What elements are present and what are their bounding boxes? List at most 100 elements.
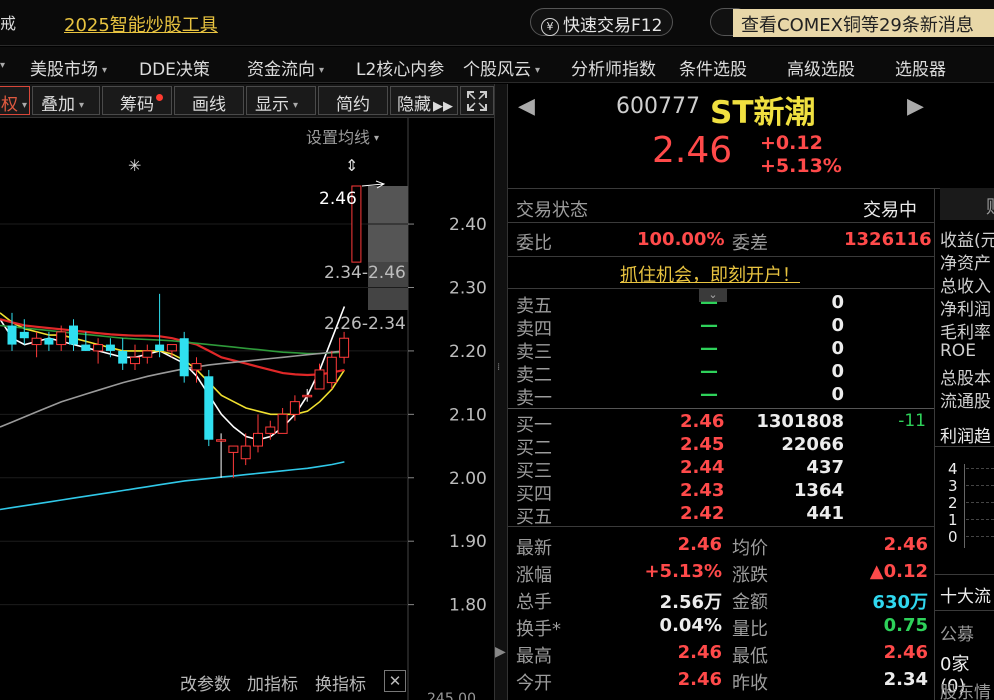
- menu-item-stock-news[interactable]: 个股风云 ▾: [463, 55, 540, 80]
- next-stock-icon[interactable]: ▶: [907, 94, 924, 119]
- simple-button[interactable]: 简约: [318, 86, 388, 115]
- top-bar: 戒 2025智能炒股工具 ¥ 快速交易F12 查看COMEX铜等29条新消息: [0, 0, 994, 46]
- chips-button[interactable]: 筹码: [102, 86, 172, 115]
- menu-item-stock-picker[interactable]: 选股器: [895, 55, 946, 80]
- draw-line-button[interactable]: 画线: [174, 86, 244, 115]
- promo-link[interactable]: 2025智能炒股工具: [64, 11, 218, 37]
- modify-params-button[interactable]: 改参数: [180, 670, 231, 695]
- y-axis-tick: 1.90: [449, 532, 487, 552]
- menu-item-analyst-index[interactable]: 分析师指数: [571, 55, 656, 80]
- display-button[interactable]: 显示 ▾: [246, 86, 316, 115]
- candle: [130, 344, 140, 370]
- news-ticker[interactable]: 查看COMEX铜等29条新消息: [733, 9, 994, 37]
- candle: [277, 408, 288, 434]
- finance-item: 毛利率: [940, 323, 991, 343]
- ask-price: —: [700, 338, 718, 359]
- trend-axis-tick: 2: [948, 494, 958, 512]
- menu-caret-left[interactable]: ▾: [0, 55, 5, 75]
- stat-label: 金额: [732, 592, 768, 613]
- bid-price[interactable]: 2.46: [680, 411, 724, 432]
- fullscreen-button[interactable]: [460, 86, 494, 115]
- bid-price[interactable]: 2.44: [680, 457, 724, 478]
- finance-item: ROE: [940, 341, 976, 361]
- stat-label: 量比: [732, 619, 768, 640]
- menu-item-l2[interactable]: L2核心内参: [356, 55, 444, 80]
- candle: [19, 319, 29, 345]
- ask-price: —: [700, 384, 718, 405]
- yen-icon: ¥: [541, 18, 559, 36]
- overlay-button[interactable]: 叠加 ▾: [32, 86, 100, 115]
- kline-chart[interactable]: ✳ ⇕ 2.40 2.30 2.20 2.10 2.00 1.90 1.80 2.46 2.…: [0, 118, 494, 700]
- open-account-link[interactable]: 抓住机会，即刻开户！: [620, 261, 800, 287]
- mutual-fund-label: 公募: [940, 625, 974, 645]
- bid-price[interactable]: 2.45: [680, 434, 724, 455]
- candle: [7, 312, 17, 351]
- finance-item: 净利润: [940, 300, 991, 320]
- quick-trade-button[interactable]: ¥ 快速交易F12: [530, 8, 674, 36]
- bid-volume: 437: [806, 457, 844, 478]
- top10-label[interactable]: 十大流: [940, 582, 991, 607]
- ask-price: —: [700, 361, 718, 382]
- stat-label: 最低: [732, 646, 768, 667]
- weicha-label: 委差: [732, 233, 768, 254]
- switch-indicator-button[interactable]: 换指标: [315, 670, 366, 695]
- stat-label: 总手: [516, 592, 552, 613]
- stat-value: 2.46: [677, 534, 722, 555]
- add-indicator-button[interactable]: 加指标: [247, 670, 298, 695]
- candle: [179, 331, 189, 383]
- stat-value: 2.56万: [659, 592, 722, 613]
- stat-label: 均价: [732, 538, 768, 559]
- y-axis-tick: 1.80: [449, 596, 487, 616]
- candle: [253, 414, 263, 453]
- stock-code: 600777: [616, 94, 700, 119]
- finance-item: 总股本: [940, 369, 991, 389]
- event-marker-icon: ✳: [128, 156, 141, 175]
- menu-item-capital-flow[interactable]: 资金流向 ▾: [247, 55, 324, 80]
- ma-line: [0, 461, 345, 511]
- quote-panel: ◀ 600777 ST新潮 ▶ 2.46 +0.12 +5.13% 交易状态 交…: [508, 84, 994, 700]
- y-axis-tick: 2.20: [449, 342, 487, 362]
- prev-stock-icon[interactable]: ◀: [518, 94, 535, 119]
- notification-dot: [156, 94, 163, 101]
- trade-status-value: 交易中: [863, 200, 917, 221]
- last-price-label: 2.46: [319, 189, 357, 209]
- finance-item: 总收入: [940, 277, 991, 297]
- menu-item-advanced-select[interactable]: 高级选股: [787, 55, 855, 80]
- quick-trade-label: 快速交易F12: [563, 16, 663, 36]
- collapse-arrow-icon[interactable]: ▶: [495, 644, 506, 660]
- candle: [339, 331, 350, 364]
- candle: [31, 331, 42, 358]
- candle: [314, 363, 325, 390]
- double-arrow-icon: ▶▶: [433, 99, 453, 114]
- fuquan-button[interactable]: 权 ▾: [0, 86, 30, 115]
- candle: [142, 344, 153, 364]
- side-header[interactable]: 财: [940, 188, 994, 220]
- stat-value: 2.34: [883, 669, 928, 690]
- price-change-pct: +5.13%: [760, 155, 842, 177]
- hide-button[interactable]: 隐藏 ▶▶: [390, 86, 458, 115]
- candle: [118, 338, 128, 370]
- stat-value: 2.46: [883, 642, 928, 663]
- holder-label[interactable]: 股东情: [940, 678, 991, 700]
- expand-icon: [467, 91, 487, 111]
- weibi-label: 委比: [516, 233, 552, 254]
- menu-item-condition-select[interactable]: 条件选股: [679, 55, 747, 80]
- panel-splitter[interactable]: ⁞ ▶: [494, 84, 508, 700]
- menu-bar: ▾ 美股市场 ▾ DDE决策 资金流向 ▾ L2核心内参 个股风云 ▾ 分析师指数 条…: [0, 47, 994, 83]
- bid-volume: 1364: [793, 480, 844, 501]
- stat-label: 最新: [516, 538, 552, 559]
- ask-volume: 0: [831, 384, 844, 405]
- finance-item: 收益(元: [940, 231, 994, 251]
- ask-price: —: [700, 315, 718, 336]
- stat-label: 涨跌: [732, 565, 768, 586]
- weibi-value: 100.00%: [637, 229, 725, 250]
- ask-volume: 0: [831, 338, 844, 359]
- bid-price[interactable]: 2.43: [680, 480, 724, 501]
- menu-item-us-market[interactable]: 美股市场 ▾: [30, 55, 107, 80]
- close-icon[interactable]: ✕: [384, 670, 406, 692]
- finance-item: 净资产: [940, 254, 991, 274]
- bid-price[interactable]: 2.42: [680, 503, 724, 524]
- set-ma-button[interactable]: 设置均线 ▾: [306, 124, 379, 148]
- menu-item-dde[interactable]: DDE决策: [139, 55, 210, 80]
- candle: [191, 357, 202, 383]
